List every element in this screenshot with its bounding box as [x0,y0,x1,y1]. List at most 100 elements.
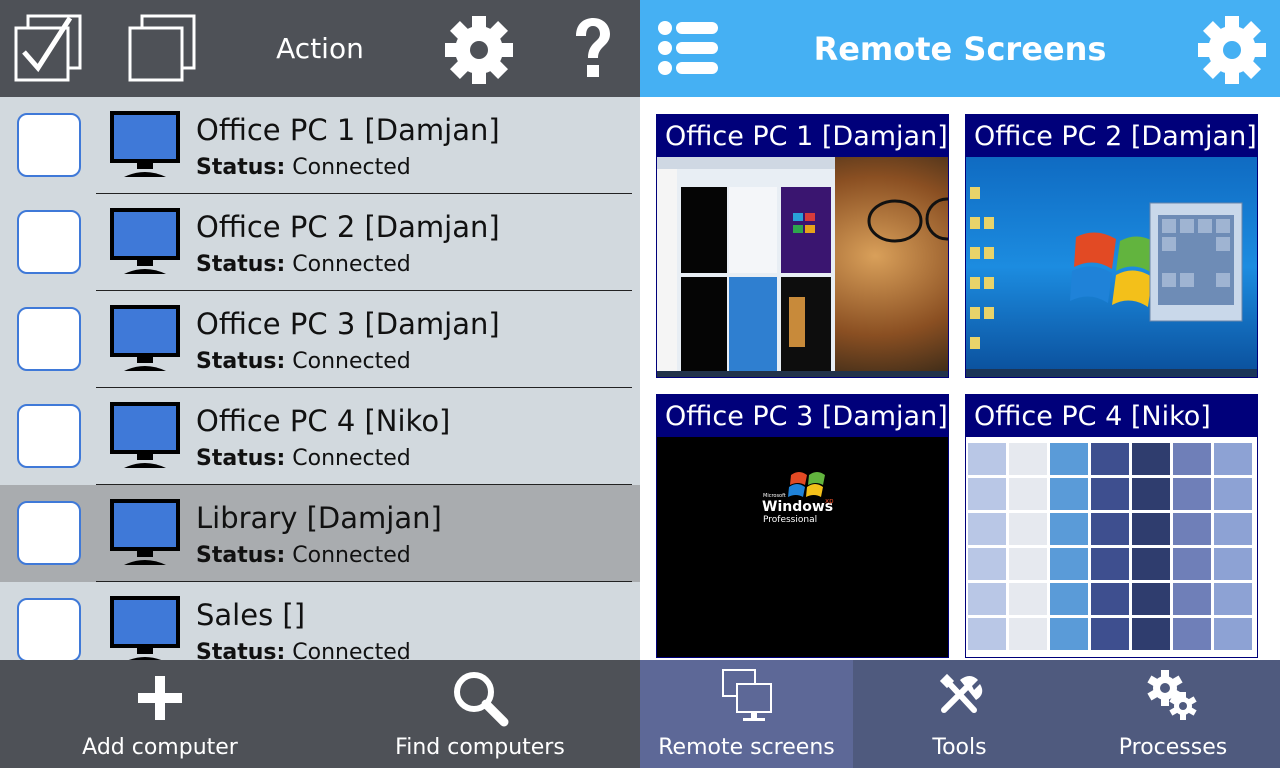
deselect-all-icon[interactable] [126,12,198,84]
screen-tile-title: Office PC 4 [Niko] [974,401,1211,432]
computer-list-pane: Action Office PC 1 [Damjan] Status: Conn… [0,0,640,768]
thumbnail-mosaic-tile [968,443,1006,475]
help-question-icon[interactable] [556,12,628,84]
status-value: Connected [292,446,411,471]
status-value: Connected [292,640,411,660]
thumbnail-mosaic-tile [1091,513,1129,545]
left-toolbar: Action [0,0,640,97]
computer-status: Status: Connected [196,446,411,471]
monitor-icon [110,305,180,373]
screen-tile[interactable]: Office PC 3 [Damjan] Microsoft Windows x… [656,394,949,658]
thumbnail-mosaic-tile [1050,443,1088,475]
screen-tile[interactable]: Office PC 1 [Damjan] [656,114,949,378]
thumbnail-mosaic-tile [1173,548,1211,580]
thumbnail-mosaic-tile [1009,618,1047,650]
screen-tile-title: Office PC 2 [Damjan] [974,121,1257,152]
right-bottom-bar: Remote screens Tools Processes [640,660,1280,768]
computer-list-item[interactable]: Office PC 3 [Damjan] Status: Connected [0,291,640,388]
thumbnail-mosaic-tile [1214,513,1252,545]
thumbnail-mosaic-tile [968,513,1006,545]
thumbnail-mosaic-tile [1091,478,1129,510]
computer-name: Sales [] [196,598,306,632]
search-icon [450,668,510,728]
monitors-icon [717,666,777,726]
tools-label: Tools [932,735,987,760]
computer-name: Office PC 3 [Damjan] [196,307,500,341]
find-computers-button[interactable]: Find computers [320,660,640,768]
row-checkbox[interactable] [17,598,81,660]
computer-list-item[interactable]: Office PC 2 [Damjan] Status: Connected [0,194,640,291]
computer-name: Office PC 2 [Damjan] [196,210,500,244]
thumbnail-mosaic-tile [968,548,1006,580]
remote-screens-tab[interactable]: Remote screens [640,660,853,768]
thumbnail-mosaic-tile [1132,618,1170,650]
thumbnail-mosaic-tile [968,478,1006,510]
remote-screens-header: Remote Screens [640,0,1280,97]
thumbnail-mosaic-tile [1091,548,1129,580]
status-value: Connected [292,155,411,180]
row-checkbox[interactable] [17,113,81,177]
thumbnail-mosaic-tile [1214,618,1252,650]
boot-logo-brand: Windows [762,499,833,515]
thumbnail-mosaic-tile [1214,478,1252,510]
status-value: Connected [292,252,411,277]
processes-tab[interactable]: Processes [1066,660,1280,768]
find-computers-label: Find computers [395,735,565,760]
computer-list-item[interactable]: Office PC 1 [Damjan] Status: Connected [0,97,640,194]
screen-tile[interactable]: Office PC 4 [Niko] [965,394,1258,658]
thumbnail-mosaic-tile [1091,583,1129,615]
remote-settings-gear-icon[interactable] [1196,12,1268,84]
thumbnail-mosaic-tile [1173,513,1211,545]
thumbnail-mosaic-tile [1214,443,1252,475]
thumbnail-mosaic-tile [1132,583,1170,615]
tools-icon [930,666,990,726]
computer-status: Status: Connected [196,155,411,180]
processes-label: Processes [1118,735,1228,760]
tools-tab[interactable]: Tools [853,660,1066,768]
row-checkbox[interactable] [17,404,81,468]
computer-status: Status: Connected [196,543,411,568]
thumbnail-mosaic-tile [968,618,1006,650]
action-button[interactable]: Action [232,32,408,65]
thumbnail-mosaic-tile [1050,548,1088,580]
thumbnail-mosaic-tile [1050,618,1088,650]
page-title: Remote Screens [813,30,1107,68]
row-checkbox[interactable] [17,307,81,371]
computer-name: Office PC 4 [Niko] [196,404,451,438]
computer-name: Office PC 1 [Damjan] [196,113,500,147]
row-checkbox[interactable] [17,210,81,274]
gears-icon [1143,666,1203,726]
thumbnail-mosaic-tile [1173,618,1211,650]
status-label: Status: [196,446,286,471]
add-computer-button[interactable]: Add computer [0,660,320,768]
monitor-icon [110,596,180,660]
computer-list: Office PC 1 [Damjan] Status: Connected Off… [0,97,640,660]
thumbnail-mosaic-tile [1214,548,1252,580]
thumbnail-mosaic-tile [1050,513,1088,545]
select-all-icon[interactable] [12,12,84,84]
monitor-icon [110,402,180,470]
computer-list-item[interactable]: Sales [] Status: Connected [0,582,640,660]
plus-icon [130,668,190,728]
settings-gear-icon[interactable] [443,12,515,84]
computer-status: Status: Connected [196,640,411,660]
thumbnail-mosaic-tile [1009,583,1047,615]
screen-tile[interactable]: Office PC 2 [Damjan] [965,114,1258,378]
computer-list-item[interactable]: Office PC 4 [Niko] Status: Connected [0,388,640,485]
computer-name: Library [Damjan] [196,501,442,535]
screen-thumbnail [966,437,1257,657]
screen-thumbnail [966,157,1257,377]
monitor-icon [110,499,180,567]
thumbnail-mosaic-tile [1132,513,1170,545]
menu-list-icon[interactable] [656,18,720,78]
row-checkbox[interactable] [17,501,81,565]
thumbnail-mosaic-tile [1173,478,1211,510]
status-label: Status: [196,543,286,568]
add-computer-label: Add computer [82,735,238,760]
screen-tile-title: Office PC 3 [Damjan] [665,401,948,432]
computer-status: Status: Connected [196,349,411,374]
computer-list-item[interactable]: Library [Damjan] Status: Connected [0,485,640,582]
screen-thumbnail: Microsoft Windows xp Professional [657,437,948,657]
thumbnail-mosaic-tile [968,583,1006,615]
thumbnail-mosaic-tile [1009,443,1047,475]
